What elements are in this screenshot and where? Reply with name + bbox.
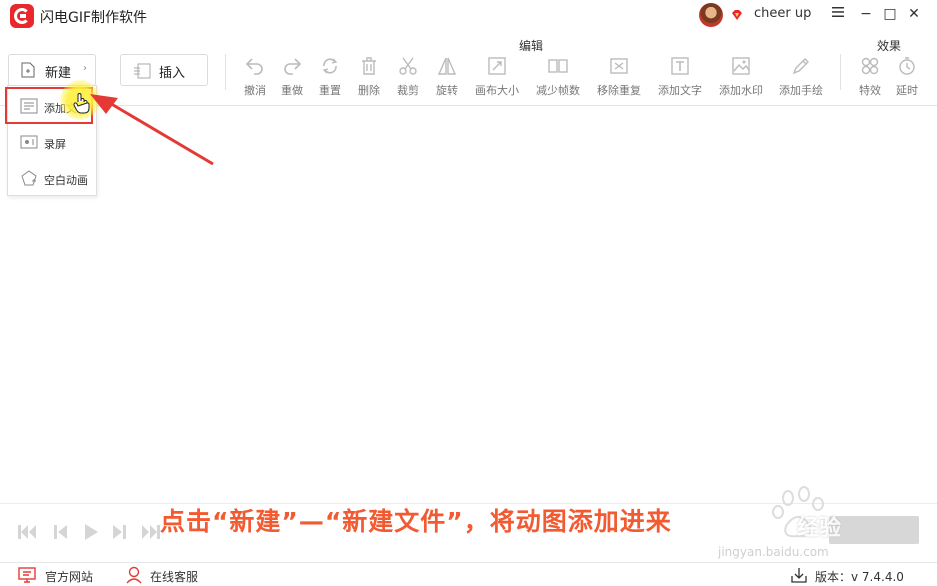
official-website-link[interactable]: 官方网站 bbox=[45, 568, 93, 585]
new-file-icon bbox=[21, 62, 35, 78]
previous-frame-icon[interactable] bbox=[50, 522, 72, 542]
canvas-size-icon bbox=[488, 57, 506, 75]
play-icon[interactable] bbox=[80, 522, 102, 542]
blank-animation-icon bbox=[21, 170, 37, 186]
monitor-icon bbox=[18, 567, 36, 583]
rotate-button[interactable]: 旋转 bbox=[422, 56, 472, 98]
online-support-link[interactable]: 在线客服 bbox=[150, 568, 198, 585]
dropdown-item-record-screen[interactable]: 录屏 bbox=[8, 129, 96, 157]
instruction-caption: 点击“新建”—“新建文件”，将动图添加进来 bbox=[160, 507, 672, 536]
canvas-size-button[interactable]: 画布大小 bbox=[472, 56, 522, 98]
reduce-frames-icon bbox=[548, 59, 568, 73]
new-button-label: 新建 bbox=[45, 66, 72, 81]
toolbar-separator bbox=[840, 54, 841, 90]
customer-service-icon bbox=[126, 566, 142, 584]
user-avatar[interactable] bbox=[699, 3, 723, 27]
vip-diamond-icon[interactable] bbox=[731, 10, 743, 21]
remove-duplicate-button[interactable]: 移除重复 bbox=[594, 56, 644, 98]
scissors-icon bbox=[399, 57, 417, 75]
undo-icon bbox=[245, 58, 263, 75]
remove-duplicate-icon bbox=[610, 58, 628, 74]
effects-section-label: 效果 bbox=[877, 39, 902, 53]
download-update-icon[interactable] bbox=[790, 566, 808, 584]
add-drawing-label: 添加手绘 bbox=[779, 84, 823, 97]
record-screen-icon bbox=[20, 135, 38, 149]
toolbar-separator bbox=[225, 54, 226, 90]
maximize-button[interactable]: □ bbox=[882, 6, 898, 22]
chevron-right-icon: › bbox=[83, 63, 87, 74]
last-frame-icon[interactable] bbox=[140, 522, 162, 542]
user-name[interactable]: cheer up bbox=[754, 6, 811, 21]
timer-icon bbox=[899, 57, 915, 75]
add-text-label: 添加文字 bbox=[658, 84, 702, 97]
close-button[interactable]: ✕ bbox=[906, 6, 922, 22]
version-label: 版本：v 7.4.4.0 bbox=[815, 570, 904, 584]
minimize-button[interactable]: − bbox=[858, 6, 874, 22]
next-frame-icon[interactable] bbox=[108, 522, 130, 542]
first-frame-icon[interactable] bbox=[16, 522, 38, 542]
app-logo-icon bbox=[10, 4, 34, 28]
delay-button[interactable]: 延时 bbox=[882, 56, 932, 98]
watermark-text: 经验 bbox=[797, 516, 842, 541]
rotate-label: 旋转 bbox=[436, 84, 458, 97]
redo-icon bbox=[284, 58, 302, 75]
reduce-frames-button[interactable]: 减少帧数 bbox=[533, 56, 583, 98]
pen-icon bbox=[792, 58, 809, 75]
app-title: 闪电GIF制作软件 bbox=[40, 10, 148, 26]
add-watermark-label: 添加水印 bbox=[719, 84, 763, 97]
watermark-icon bbox=[732, 57, 750, 75]
title-bar: 闪电GIF制作软件 cheer up − □ ✕ bbox=[0, 0, 937, 32]
trash-icon bbox=[362, 57, 376, 75]
status-bar: 官方网站 在线客服 版本：v 7.4.4.0 bbox=[0, 562, 937, 586]
delay-label: 延时 bbox=[896, 84, 918, 97]
insert-button-label: 插入 bbox=[159, 66, 186, 81]
settings-icon[interactable] bbox=[830, 6, 846, 22]
annotation-arrow bbox=[90, 94, 214, 166]
insert-icon bbox=[134, 63, 151, 79]
dropdown-item-label: 空白动画 bbox=[44, 174, 88, 187]
rotate-icon bbox=[437, 57, 457, 75]
edit-section-label: 编辑 bbox=[519, 39, 544, 53]
canvas-size-label: 画布大小 bbox=[475, 84, 519, 97]
dropdown-item-label: 录屏 bbox=[44, 138, 66, 151]
effects-icon bbox=[861, 57, 879, 75]
insert-button[interactable]: 插入 bbox=[120, 54, 208, 86]
add-text-button[interactable]: 添加文字 bbox=[655, 56, 705, 98]
reset-icon bbox=[322, 58, 338, 74]
dropdown-item-blank-animation[interactable]: 空白动画 bbox=[8, 165, 96, 193]
text-icon bbox=[671, 57, 689, 75]
reduce-frames-label: 减少帧数 bbox=[536, 84, 580, 97]
add-drawing-button[interactable]: 添加手绘 bbox=[776, 56, 826, 98]
watermark-url: jingyan.baidu.com bbox=[718, 545, 829, 559]
add-watermark-button[interactable]: 添加水印 bbox=[716, 56, 766, 98]
remove-duplicate-label: 移除重复 bbox=[597, 84, 641, 97]
export-button[interactable] bbox=[829, 516, 919, 544]
